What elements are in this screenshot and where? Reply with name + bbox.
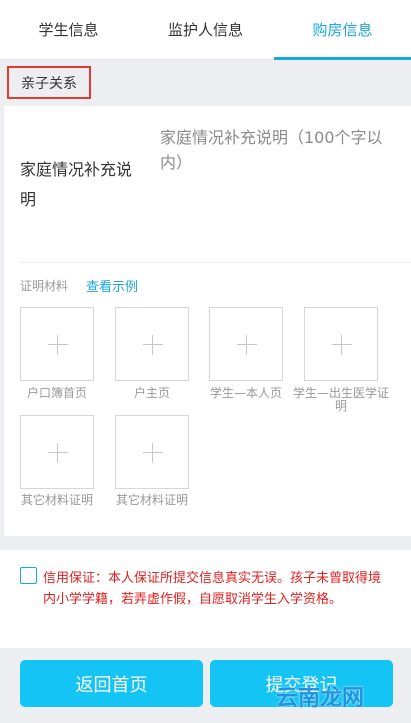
plus-icon bbox=[143, 452, 163, 453]
view-example-link[interactable]: 查看示例 bbox=[86, 276, 138, 295]
return-home-button[interactable]: 返回首页 bbox=[20, 660, 203, 707]
credit-guarantee-text: 信用保证：本人保证所提交信息真实无误。孩子未曾取得境内小学学籍，若弄虚作假，自愿… bbox=[43, 571, 382, 607]
tab-housing-info[interactable]: 购房信息 bbox=[274, 0, 411, 60]
watermark-logo: 云南龙网 bbox=[276, 686, 365, 711]
divider bbox=[20, 262, 411, 263]
tab-student-info[interactable]: 学生信息 bbox=[0, 0, 137, 59]
tab-bar: 学生信息 监护人信息 购房信息 bbox=[0, 0, 411, 60]
plus-icon bbox=[246, 335, 247, 355]
upload-student-page[interactable] bbox=[209, 307, 283, 381]
guarantee-checkbox[interactable] bbox=[20, 567, 37, 584]
left-edge-strip bbox=[0, 106, 4, 536]
plus-icon bbox=[152, 443, 153, 463]
upload-householder-page[interactable] bbox=[115, 307, 189, 381]
plus-icon bbox=[341, 335, 342, 355]
section-tag-parent-child: 亲子关系 bbox=[7, 66, 91, 99]
upload-label: 学生—本人页 bbox=[209, 386, 282, 400]
tab-label: 监护人信息 bbox=[167, 21, 243, 39]
upload-birth-certificate[interactable] bbox=[304, 307, 378, 381]
plus-icon bbox=[152, 335, 153, 355]
materials-title: 证明材料 bbox=[20, 279, 69, 293]
upload-label: 户主页 bbox=[133, 386, 170, 400]
upload-household-first-page[interactable] bbox=[20, 307, 94, 381]
upload-label: 学生—出生医学证明 bbox=[293, 386, 390, 413]
plus-icon bbox=[48, 344, 68, 345]
plus-icon bbox=[57, 443, 58, 463]
plus-icon bbox=[143, 344, 163, 345]
plus-icon bbox=[57, 335, 58, 355]
tab-label: 购房信息 bbox=[312, 21, 373, 39]
upload-label: 户口簿首页 bbox=[26, 386, 87, 400]
tab-guardian-info[interactable]: 监护人信息 bbox=[137, 0, 274, 59]
upload-other-material-2[interactable] bbox=[115, 415, 189, 489]
upload-label: 其它材料证明 bbox=[20, 493, 93, 507]
tab-label: 学生信息 bbox=[38, 21, 99, 39]
family-note-label: 家庭情况补充说明 bbox=[20, 160, 133, 209]
plus-icon bbox=[48, 452, 68, 453]
upload-other-material-1[interactable] bbox=[20, 415, 94, 489]
family-note-input[interactable]: 家庭情况补充说明（100个字以内） bbox=[160, 125, 390, 175]
upload-label: 其它材料证明 bbox=[115, 493, 188, 507]
plus-icon bbox=[237, 344, 257, 345]
section-gap bbox=[0, 536, 411, 550]
plus-icon bbox=[332, 344, 352, 345]
